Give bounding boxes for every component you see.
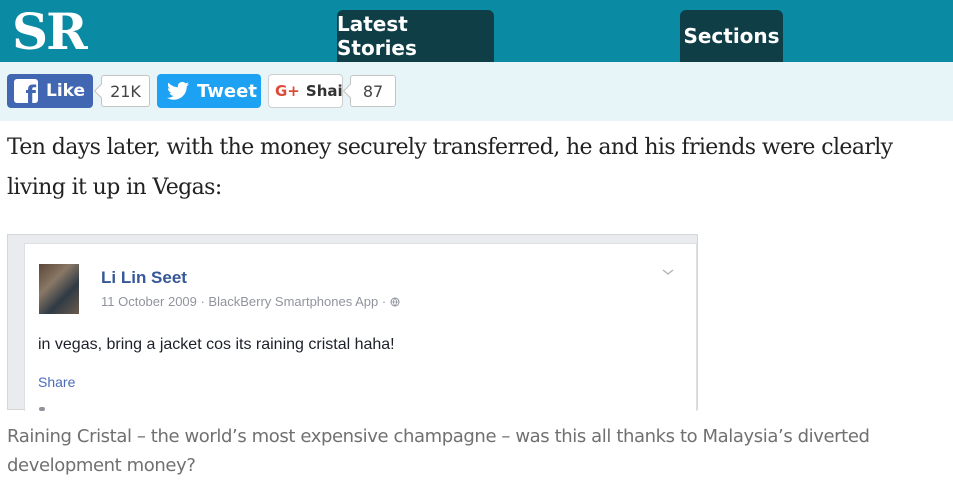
twitter-bird-icon (167, 81, 189, 100)
tab-sections[interactable]: Sections (680, 10, 783, 62)
embedded-facebook-post-screenshot: Li Lin Seet 11 October 2009 · BlackBerry… (7, 234, 698, 411)
post-share-link: Share (38, 374, 76, 390)
post-meta-text: 11 October 2009 · BlackBerry Smartphones… (101, 294, 390, 309)
google-plus-share-button[interactable]: G+ Shai (268, 74, 343, 108)
facebook-post-card: Li Lin Seet 11 October 2009 · BlackBerry… (24, 243, 697, 411)
google-plus-share-label: Shai (305, 82, 343, 100)
site-header: SR Latest Stories Sections (0, 0, 953, 62)
google-plus-share-count: 87 (350, 75, 396, 107)
reaction-icon (39, 407, 45, 411)
facebook-like-label: Like (46, 81, 86, 101)
post-text: in vegas, bring a jacket cos its raining… (38, 336, 395, 353)
article-paragraph: Ten days later, with the money securely … (7, 135, 893, 200)
avatar (39, 264, 79, 314)
facebook-icon: f (14, 79, 38, 103)
facebook-like-count: 21K (101, 75, 150, 107)
google-plus-icon: G+ (275, 82, 300, 100)
chevron-down-icon (662, 269, 674, 275)
image-caption: Raining Cristal – the world’s most expen… (7, 426, 870, 476)
social-share-bar: f Like 21K Tweet G+ Shai 87 (0, 62, 953, 121)
site-logo[interactable]: SR (12, 2, 88, 62)
post-meta: 11 October 2009 · BlackBerry Smartphones… (101, 294, 400, 309)
tweet-button[interactable]: Tweet (157, 74, 261, 108)
facebook-like-button[interactable]: f Like (7, 74, 93, 108)
tab-latest-stories[interactable]: Latest Stories (337, 10, 494, 62)
globe-icon (390, 297, 400, 307)
poster-name: Li Lin Seet (101, 268, 187, 287)
tweet-label: Tweet (197, 80, 257, 102)
